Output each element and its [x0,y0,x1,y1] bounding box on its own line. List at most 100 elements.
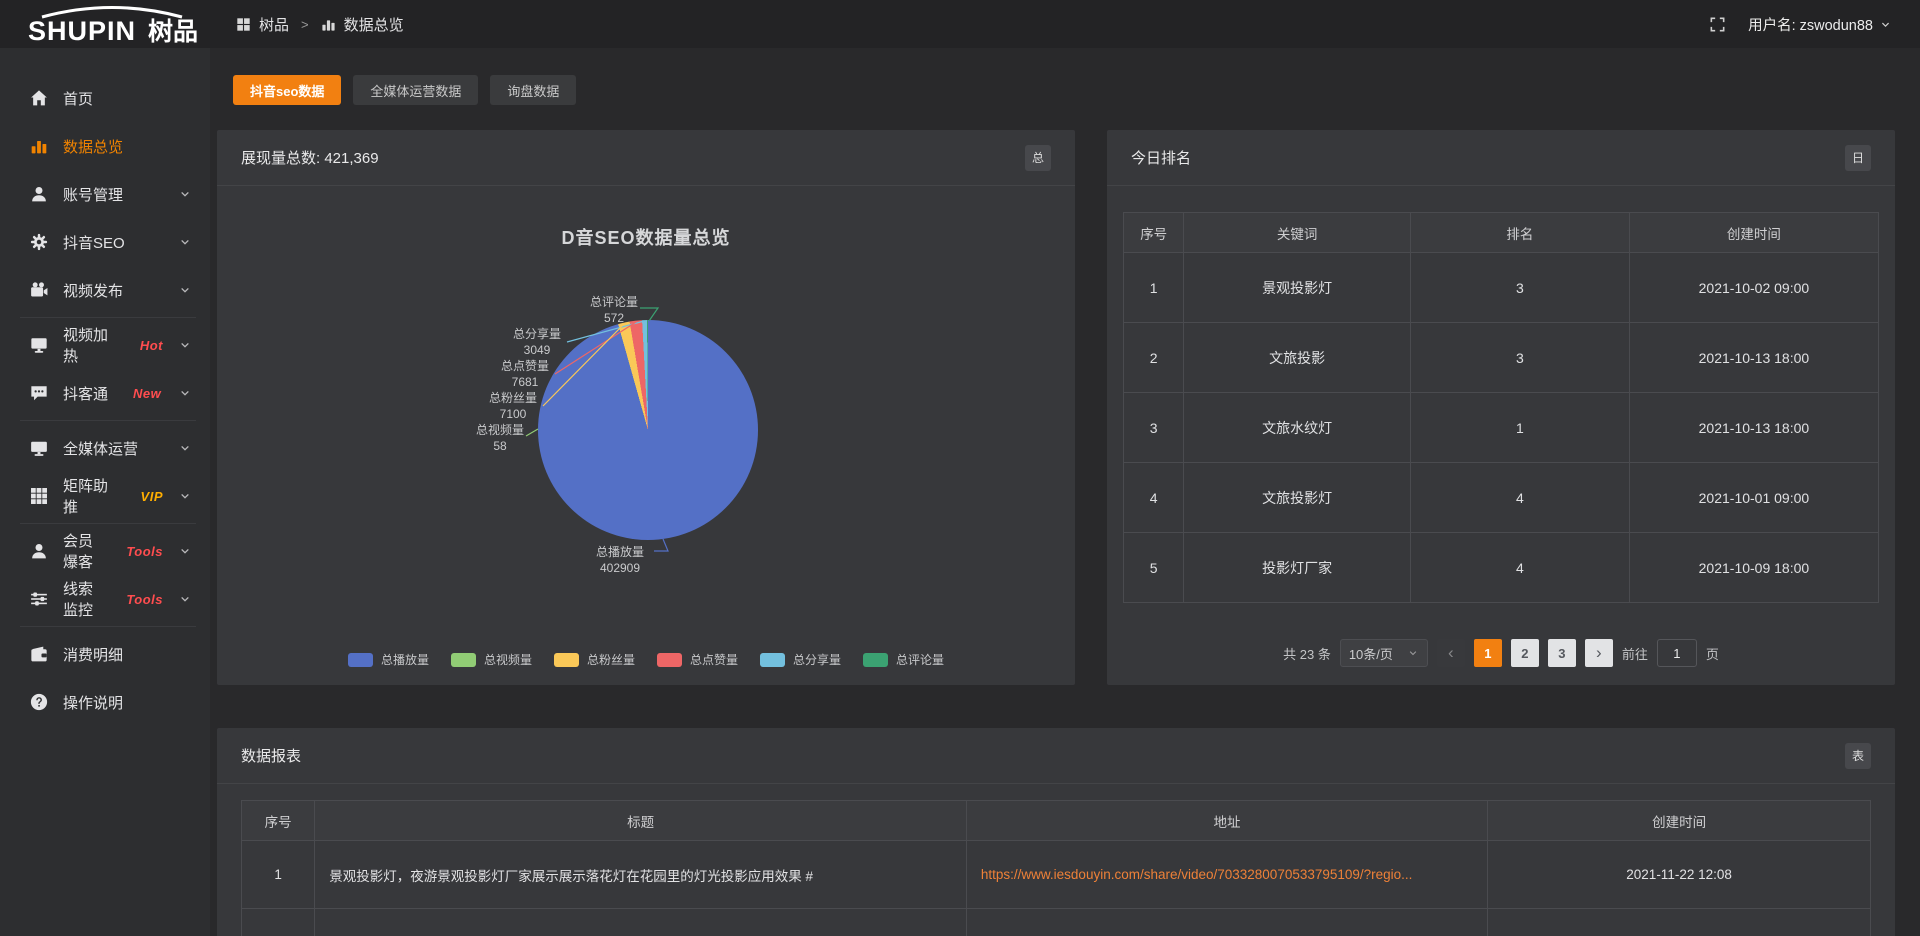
sidebar-divider [20,523,196,524]
sidebar-item-chart[interactable]: 数据总览 [0,122,210,170]
prev-page-button[interactable]: ‹ [1437,639,1465,667]
legend-item[interactable]: 总评论量 [863,651,944,668]
sidebar-badge: Tools [126,544,163,559]
sidebar-item-label: 账号管理 [63,184,123,205]
sidebar-item-user[interactable]: 账号管理 [0,170,210,218]
legend-swatch [863,653,888,667]
legend-item[interactable]: 总播放量 [348,651,429,668]
video-link[interactable]: https://www.iesdouyin.com/share/video/70… [981,867,1413,882]
legend-label: 总分享量 [793,651,841,668]
sidebar-item-home[interactable]: 首页 [0,74,210,122]
column-header: 地址 [966,801,1487,841]
sidebar-item-display[interactable]: 视频加热 Hot [0,321,210,369]
chevron-down-icon [178,187,192,201]
ranking-corner-button[interactable]: 日 [1845,145,1871,171]
table-cell-created: 2021-11-22 12:08 [1488,841,1871,909]
sidebar-item-comment[interactable]: 抖客通New [0,369,210,417]
table-cell: 投影灯厂家 [1184,533,1411,603]
user-menu[interactable]: 用户名: zswodun88 [1748,14,1892,35]
table-cell [1488,909,1871,936]
chevron-down-icon [1407,647,1419,659]
table-cell: 文旅水纹灯 [1184,393,1411,463]
pie-labels-layer: 总评论量 572 总分享量 3049 总点赞量 7681 总粉丝量 7100 总… [217,186,1075,684]
legend-item[interactable]: 总分享量 [760,651,841,668]
table-row: 1景观投影灯，夜游景观投影灯厂家展示展示落花灯在花园里的灯光投影应用效果 #ht… [242,841,1871,909]
tab-0[interactable]: 抖音seo数据 [233,75,341,105]
column-header: 关键词 [1184,213,1411,253]
overview-corner-button[interactable]: 总 [1025,145,1051,171]
tab-1[interactable]: 全媒体运营数据 [353,75,478,105]
app-logo: SHUPIN 树品 [0,3,210,45]
sidebar-item-wallet[interactable]: 消费明细 [0,630,210,678]
table-cell: 3 [1410,253,1629,323]
goto-page-input[interactable] [1657,639,1697,667]
table-row [242,909,1871,936]
sidebar-badge: Hot [140,338,163,353]
sidebar-item-user[interactable]: 会员爆客Tools [0,527,210,575]
report-table: 序号标题地址创建时间 1景观投影灯，夜游景观投影灯厂家展示展示落花灯在花园里的灯… [241,800,1871,936]
data-tabs: 抖音seo数据全媒体运营数据询盘数据 [233,75,1895,105]
leader-line [555,322,636,374]
report-panel: 数据报表 表 序号标题地址创建时间 1景观投影灯，夜游景观投影灯厂家展示展示落花… [217,728,1895,936]
tab-2[interactable]: 询盘数据 [490,75,576,105]
chevron-down-icon [178,283,192,297]
fullscreen-icon[interactable] [1709,16,1726,33]
column-header: 序号 [1124,213,1184,253]
chart-icon [30,137,48,155]
legend-swatch [657,653,682,667]
legend-item[interactable]: 总视频量 [451,651,532,668]
sidebar-item-gear[interactable]: 抖音SEO [0,218,210,266]
sidebar-item-label: 矩阵助推 [63,475,116,517]
chevron-down-icon [178,544,192,558]
table-cell: 2021-10-01 09:00 [1629,463,1878,533]
table-row: 2文旅投影32021-10-13 18:00 [1124,323,1879,393]
chevron-down-icon [1879,18,1892,31]
breadcrumb-separator: > [301,17,309,32]
sidebar-item-label: 线索监控 [63,578,101,620]
table-cell: 文旅投影 [1184,323,1411,393]
wallet-icon [30,645,48,663]
sidebar-item-monitor[interactable]: 全媒体运营 [0,424,210,472]
sidebar-item-label: 视频加热 [63,324,115,366]
sidebar-item-question[interactable]: 操作说明 [0,678,210,726]
pie-value: 7100 [500,407,527,421]
column-header: 创建时间 [1629,213,1878,253]
sidebar-item-sliders[interactable]: 线索监控Tools [0,575,210,623]
sidebar-divider [20,317,196,318]
legend-item[interactable]: 总粉丝量 [554,651,635,668]
username-label: 用户名: zswodun88 [1748,14,1873,35]
sidebar-item-camera[interactable]: 视频发布 [0,266,210,314]
page-button-1[interactable]: 1 [1474,639,1502,667]
sidebar-item-label: 首页 [63,88,93,109]
ranking-table: 序号关键词排名创建时间 1景观投影灯32021-10-02 09:002文旅投影… [1123,212,1879,603]
report-title: 数据报表 [241,745,301,766]
sidebar-divider [20,420,196,421]
leader-line [654,539,668,551]
table-header-row: 序号关键词排名创建时间 [1124,213,1879,253]
table-cell: 3 [1410,323,1629,393]
pie-value: 402909 [600,561,640,575]
page-button-3[interactable]: 3 [1548,639,1576,667]
page-size-select[interactable]: 10条/页 [1340,639,1428,667]
logo-text-cn: 树品 [148,18,198,45]
legend-item[interactable]: 总点赞量 [657,651,738,668]
table-cell: 2 [1124,323,1184,393]
camera-icon [30,281,48,299]
chevron-down-icon [178,235,192,249]
breadcrumb-root[interactable]: 树品 [259,14,289,35]
next-page-button[interactable]: › [1585,639,1613,667]
user-icon [30,185,48,203]
pagination: 共 23 条10条/页‹123›前往页 [1107,639,1895,667]
pie-chart: D音SEO数据量总览 总评论量 572 总分享量 3049 总点赞量 7681 … [217,186,1075,684]
chart-legend: 总播放量 总视频量 总粉丝量 总点赞量 总分享量 总评论量 [217,651,1075,668]
sidebar-badge: VIP [141,489,163,504]
sidebar-item-grid[interactable]: 矩阵助推 VIP [0,472,210,520]
column-header: 标题 [315,801,967,841]
sidebar-item-label: 全媒体运营 [63,438,138,459]
table-row: 4文旅投影灯42021-10-01 09:00 [1124,463,1879,533]
overview-total-label: 展现量总数: 421,369 [241,147,379,168]
table-cell: 3 [1124,393,1184,463]
page-button-2[interactable]: 2 [1511,639,1539,667]
table-cell: 景观投影灯 [1184,253,1411,323]
report-corner-button[interactable]: 表 [1845,743,1871,769]
